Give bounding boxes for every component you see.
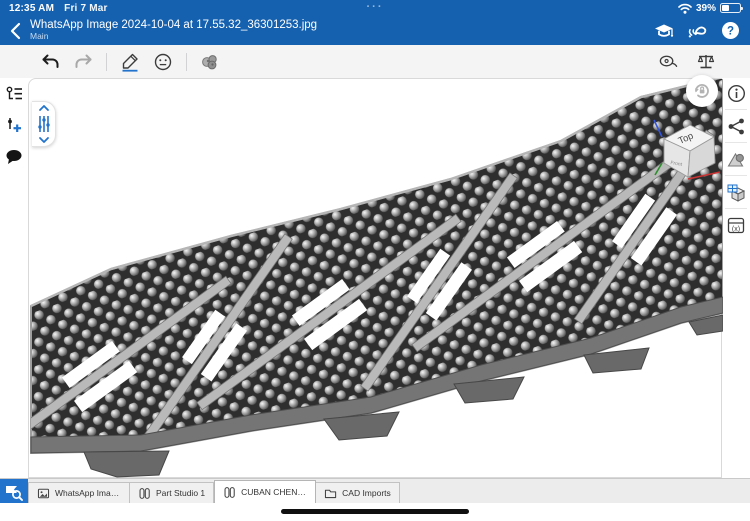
- feature-list-icon: [5, 85, 24, 102]
- right-rail: (x): [722, 78, 750, 478]
- help-icon: ?: [721, 21, 740, 40]
- tape-measure-icon: [658, 53, 678, 70]
- tab-label: CAD Imports: [342, 488, 391, 498]
- rail-separator: [725, 175, 747, 176]
- configurations-button[interactable]: [722, 177, 750, 207]
- follow-mode-button[interactable]: [686, 20, 708, 42]
- document-header: WhatsApp Image 2024-10-04 at 17.55.32_36…: [0, 16, 750, 45]
- top-bar: 12:35 AM Fri 7 Mar ··· 39% W: [0, 0, 750, 45]
- back-chevron-icon: [10, 22, 21, 40]
- onshape-app: 12:35 AM Fri 7 Mar ··· 39% W: [0, 0, 750, 521]
- battery-icon: [720, 3, 741, 13]
- feature-toolbar: [0, 45, 750, 78]
- follow-mode-icon: [686, 22, 708, 40]
- share-button[interactable]: [722, 111, 750, 141]
- wifi-icon: [678, 3, 692, 14]
- workspace-name: Main: [30, 32, 317, 42]
- configuration-cube-icon: [726, 183, 746, 202]
- multitask-handle[interactable]: ···: [367, 1, 384, 13]
- face-tool-button[interactable]: [153, 52, 173, 72]
- rail-separator: [725, 109, 747, 110]
- sketch-pencil-icon: [120, 52, 140, 72]
- parts-cluster-icon: [200, 53, 220, 71]
- graphics-viewport[interactable]: Top Front: [28, 78, 722, 478]
- part-studio-icon: [138, 487, 151, 500]
- image-icon: [37, 487, 50, 500]
- rail-separator: [725, 142, 747, 143]
- rotation-lock-icon: [691, 80, 713, 102]
- view-lock-button[interactable]: [686, 75, 718, 107]
- cad-model-cuban-chain: [29, 79, 723, 479]
- add-feature-icon: [5, 116, 23, 134]
- redo-button[interactable]: [73, 52, 93, 72]
- tab-label: CUBAN CHENE...: [241, 487, 307, 497]
- scrubber-handle-icon: [35, 103, 53, 145]
- comments-button[interactable]: [0, 144, 28, 170]
- tab-manager-button[interactable]: [0, 479, 28, 504]
- add-feature-button[interactable]: [0, 112, 28, 138]
- derived-parts-button[interactable]: [200, 52, 220, 72]
- tab-label: WhatsApp Image...: [55, 488, 121, 498]
- rail-separator: [725, 208, 747, 209]
- tab-label: Part Studio 1: [156, 488, 205, 498]
- help-button[interactable]: ?: [719, 20, 741, 42]
- home-area: [0, 503, 750, 521]
- battery-percent: 39%: [696, 3, 716, 14]
- status-bar: 12:35 AM Fri 7 Mar ··· 39%: [0, 0, 750, 16]
- custom-tables-button[interactable]: (x): [722, 210, 750, 240]
- mass-properties-button[interactable]: [696, 52, 716, 72]
- tab-cad-imports[interactable]: CAD Imports: [316, 482, 400, 503]
- measure-button[interactable]: [658, 52, 678, 72]
- appearance-icon: [726, 150, 746, 168]
- back-button[interactable]: [0, 16, 30, 45]
- tab-cuban-chene[interactable]: CUBAN CHENE...: [214, 480, 316, 503]
- home-indicator[interactable]: [281, 509, 469, 514]
- help-glyph: ?: [726, 26, 733, 38]
- tab-part-studio-1[interactable]: Part Studio 1: [130, 482, 214, 503]
- custom-table-glyph: (x): [732, 225, 740, 232]
- smiley-face-icon: [153, 52, 173, 72]
- document-title: WhatsApp Image 2024-10-04 at 17.55.32_36…: [30, 19, 317, 32]
- part-studio-icon: [223, 486, 236, 499]
- left-rail: [0, 78, 28, 478]
- sketch-button[interactable]: [120, 52, 140, 72]
- custom-table-icon: (x): [726, 216, 746, 235]
- folder-icon: [324, 487, 337, 500]
- undo-icon: [41, 53, 60, 70]
- tab-whatsapp-image[interactable]: WhatsApp Image...: [28, 482, 130, 503]
- document-tab-bar: WhatsApp Image... Part Studio 1 CUBAN CH…: [0, 478, 750, 503]
- tab-manager-icon: [4, 483, 24, 501]
- info-icon: [727, 84, 746, 103]
- toolbar-divider: [186, 53, 187, 71]
- tabs-strip: WhatsApp Image... Part Studio 1 CUBAN CH…: [28, 479, 400, 503]
- info-panel-button[interactable]: [722, 78, 750, 108]
- clock-date: Fri 7 Mar: [64, 3, 107, 14]
- clock-time: 12:35 AM: [9, 3, 54, 14]
- balance-scale-icon: [696, 52, 716, 71]
- redo-icon: [74, 53, 93, 70]
- appearance-panel-button[interactable]: [722, 144, 750, 174]
- learning-center-button[interactable]: [653, 20, 675, 42]
- view-cube-graphic: Top Front: [652, 113, 724, 189]
- toolbar-divider: [106, 53, 107, 71]
- undo-button[interactable]: [40, 52, 60, 72]
- share-icon: [727, 117, 746, 136]
- comment-bubble-icon: [5, 149, 23, 165]
- rollback-scrubber[interactable]: [32, 101, 56, 147]
- view-cube[interactable]: Top Front: [652, 113, 724, 189]
- feature-list-button[interactable]: [0, 80, 28, 106]
- graduation-cap-icon: [653, 22, 675, 40]
